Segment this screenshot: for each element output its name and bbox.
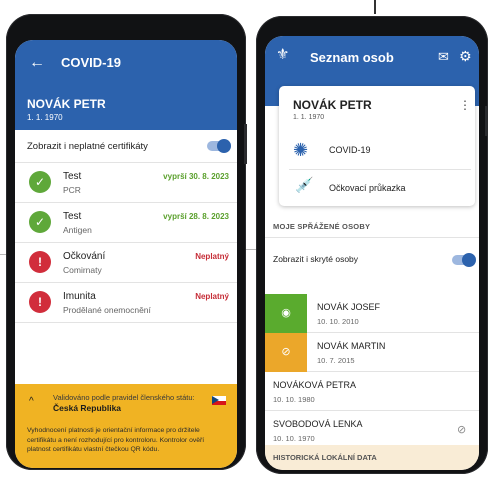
lion-emblem-icon: ⚜ — [276, 46, 290, 63]
more-options-icon[interactable]: ⋮ — [459, 98, 471, 112]
certificate-subtitle: Antigen — [63, 225, 92, 235]
eye-slash-icon[interactable]: ⊘ — [265, 333, 307, 372]
certificate-title: Test — [63, 211, 82, 222]
main-person-card: NOVÁK PETR 1. 1. 1970 ⋮ ✺ COVID-19 💉 Očk… — [279, 86, 475, 206]
show-invalid-toggle[interactable] — [207, 139, 231, 153]
validation-footer: ^ Validováno podle pravidel členského st… — [15, 384, 237, 468]
certificate-status: vyprší 28. 8. 2023 — [163, 212, 229, 221]
certificate-item[interactable]: ✓ Test Antigen vyprší 28. 8. 2023 — [15, 203, 237, 243]
gear-icon[interactable]: ⚙ — [459, 48, 472, 65]
certificate-status: vyprší 30. 8. 2023 — [163, 172, 229, 181]
eye-slash-icon[interactable]: ⊘ — [457, 423, 466, 436]
certificate-subtitle: PCR — [63, 185, 81, 195]
divider — [265, 237, 479, 238]
linked-person-row[interactable]: SVOBODOVÁ LENKA 10. 10. 1970 ⊘ — [265, 411, 479, 449]
toggle-knob — [217, 139, 231, 153]
certificate-status: Neplatný — [195, 292, 229, 301]
show-invalid-row: Zobrazit i neplatné certifikáty — [15, 130, 237, 163]
history-heading: HISTORICKÁ LOKÁLNÍ DATA — [273, 453, 377, 462]
certificate-title: Imunita — [63, 291, 96, 302]
warning-icon: ! — [29, 251, 51, 273]
certificate-item[interactable]: ! Očkování Comirnaty Neplatný — [15, 243, 237, 283]
person-dob: 10. 10. 2010 — [317, 317, 359, 326]
back-arrow-icon[interactable]: ← — [29, 54, 45, 72]
check-icon: ✓ — [29, 211, 51, 233]
show-hidden-toggle[interactable] — [452, 253, 476, 267]
warning-icon: ! — [29, 291, 51, 313]
linked-person-row[interactable]: ◉ NOVÁK JOSEF 10. 10. 2010 — [265, 294, 479, 333]
certificate-subtitle: Comirnaty — [63, 265, 102, 275]
toggle-knob — [462, 253, 476, 267]
phone-left: ← COVID-19 NOVÁK PETR 1. 1. 1970 Zobrazi… — [6, 14, 247, 470]
screen-title: Seznam osob — [310, 50, 394, 65]
person-name: NOVÁK MARTIN — [317, 341, 386, 351]
divider — [289, 169, 471, 170]
check-icon: ✓ — [29, 171, 51, 193]
person-dob: 10. 7. 2015 — [317, 356, 355, 365]
eye-icon[interactable]: ◉ — [265, 294, 307, 333]
person-list-screen: ⚜ Seznam osob ✉ ⚙ NOVÁK PETR 1. 1. 1970 … — [265, 36, 479, 470]
certificate-item[interactable]: ✓ Test PCR vyprší 30. 8. 2023 — [15, 163, 237, 203]
validation-rule-label: Validováno podle pravidel členského stát… — [53, 393, 195, 402]
person-dob: 10. 10. 1980 — [273, 395, 315, 404]
person-name: NOVÁK JOSEF — [317, 302, 381, 312]
validity-note: Vyhodnocení platnosti je orientační info… — [27, 427, 205, 453]
covid-link[interactable]: COVID-19 — [329, 145, 371, 155]
person-name: NOVÁKOVÁ PETRA — [273, 380, 357, 390]
holder-name: NOVÁK PETR — [27, 97, 106, 111]
linked-persons-heading: MOJE SPŘÁŽENÉ OSOBY — [273, 222, 371, 231]
person-name: NOVÁK PETR — [293, 98, 372, 112]
history-section: HISTORICKÁ LOKÁLNÍ DATA — [265, 445, 479, 470]
linked-person-row[interactable]: ⊘ NOVÁK MARTIN 10. 7. 2015 — [265, 333, 479, 372]
czech-flag-icon[interactable] — [212, 396, 226, 405]
mail-icon[interactable]: ✉ — [438, 49, 449, 65]
chevron-up-icon[interactable]: ^ — [29, 396, 34, 407]
certificate-item[interactable]: ! Imunita Prodělané onemocnění Neplatný — [15, 283, 237, 323]
certificate-title: Test — [63, 171, 82, 182]
covid-certificates-screen: ← COVID-19 NOVÁK PETR 1. 1. 1970 Zobrazi… — [15, 40, 237, 468]
certificate-title: Očkování — [63, 251, 106, 262]
show-invalid-label: Zobrazit i neplatné certifikáty — [27, 141, 148, 152]
app-header: ← COVID-19 NOVÁK PETR 1. 1. 1970 — [15, 40, 237, 130]
side-button — [244, 124, 247, 164]
vaccination-card-link[interactable]: Očkovací průkazka — [329, 183, 406, 193]
show-hidden-label: Zobrazit i skryté osoby — [273, 254, 359, 264]
person-name: SVOBODOVÁ LENKA — [273, 419, 363, 429]
linked-person-row[interactable]: NOVÁKOVÁ PETRA 10. 10. 1980 — [265, 372, 479, 411]
certificate-subtitle: Prodělané onemocnění — [63, 305, 151, 315]
certificate-status: Neplatný — [195, 252, 229, 261]
phone-right: ⚜ Seznam osob ✉ ⚙ NOVÁK PETR 1. 1. 1970 … — [256, 16, 488, 474]
syringe-icon: 💉 — [295, 177, 314, 194]
screen-title: COVID-19 — [61, 55, 121, 70]
side-button — [485, 106, 488, 136]
holder-dob: 1. 1. 1970 — [27, 113, 63, 122]
virus-icon: ✺ — [293, 140, 309, 160]
app-header: ⚜ Seznam osob ✉ ⚙ — [265, 36, 479, 80]
person-dob: 10. 10. 1970 — [273, 434, 315, 443]
validation-country: Česká Republika — [53, 403, 122, 413]
device-wire — [374, 0, 376, 14]
person-dob: 1. 1. 1970 — [293, 114, 325, 121]
